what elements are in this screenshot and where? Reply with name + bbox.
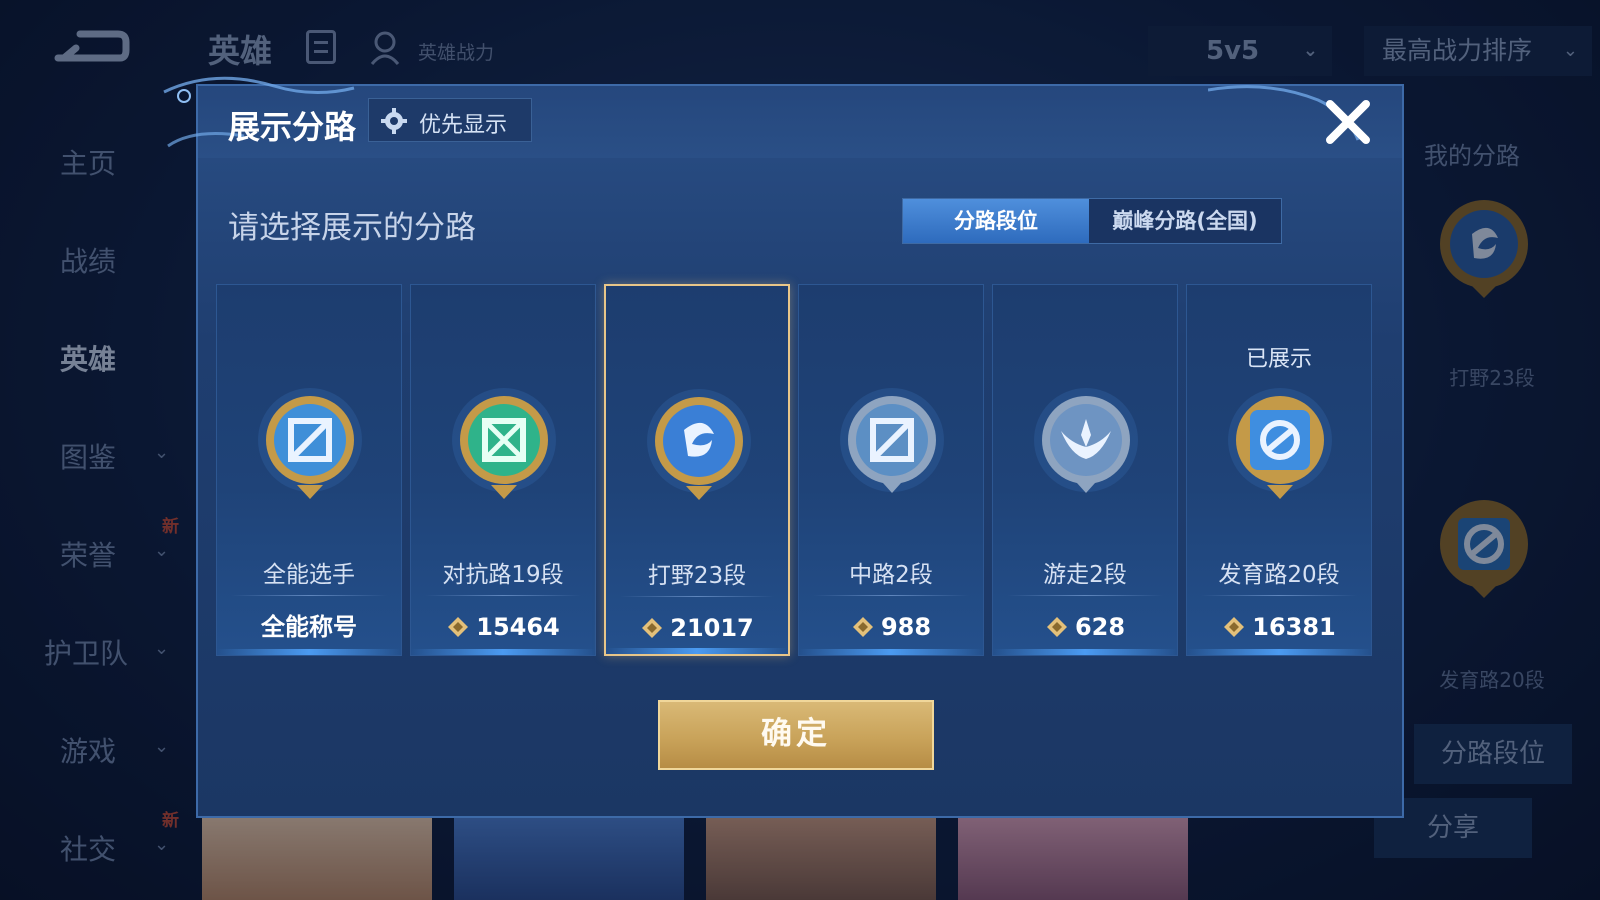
card-glow — [799, 649, 983, 655]
lane-card-name: 中路2段 — [849, 562, 933, 588]
lane-card-stat-value: 15464 — [476, 613, 560, 641]
app-screen: 英雄 英雄战力 5v5 ⌄ 最高战力排序 ⌄ 主页 战绩 英雄 图鉴 ⌄ 荣誉新 ⌄… — [0, 0, 1600, 900]
lane-card-farm[interactable]: 已展示 发育路20段 16381 — [1186, 284, 1372, 656]
close-button[interactable] — [1322, 96, 1374, 148]
lane-card-stat-value: 21017 — [670, 614, 754, 642]
tab-group: 分路段位 巅峰分路(全国) — [902, 198, 1282, 244]
modal-subtitle: 请选择展示的分路 — [228, 210, 476, 246]
lane-card-jungle[interactable]: 打野23段 21017 — [604, 284, 790, 656]
lane-card-stat: 16381 — [1187, 607, 1371, 647]
divider — [1201, 595, 1357, 596]
card-glow — [411, 649, 595, 655]
combat-power-icon — [642, 618, 663, 638]
lane-card-all-round[interactable]: 全能选手 全能称号 — [216, 284, 402, 656]
lane-card-mid[interactable]: 中路2段 988 — [798, 284, 984, 656]
divider — [813, 595, 969, 596]
mid-lane-badge-icon — [840, 388, 944, 493]
lane-card-list: 全能选手 全能称号 对抗路19段 15464 打野23段 21017 中路2段 … — [216, 284, 1386, 656]
lane-card-stat-value: 全能称号 — [261, 613, 357, 641]
lane-card-stat: 21017 — [606, 608, 788, 648]
farm-lane-badge-icon — [1228, 388, 1332, 499]
lane-card-name: 打野23段 — [647, 563, 747, 589]
lane-display-modal: 展示分路 优先显示 请选择展示的分路 分路段位 巅峰分路(全国) 全能选手 全能… — [163, 76, 1404, 818]
divider — [1007, 595, 1163, 596]
modal-title: 展示分路 — [228, 108, 357, 146]
all-round-badge-icon — [258, 388, 362, 499]
lane-card-clash[interactable]: 对抗路19段 15464 — [410, 284, 596, 656]
lane-card-name: 发育路20段 — [1218, 562, 1340, 588]
displayed-label: 已展示 — [1245, 347, 1312, 372]
card-glow — [606, 648, 788, 654]
lane-card-stat: 988 — [799, 607, 983, 647]
tab-peak-lane-national[interactable]: 巅峰分路(全国) — [1089, 199, 1281, 243]
lane-card-roam[interactable]: 游走2段 628 — [992, 284, 1178, 656]
priority-display-button[interactable]: 优先显示 — [368, 98, 532, 142]
tab-lane-rank[interactable]: 分路段位 — [903, 199, 1089, 243]
card-glow — [993, 649, 1177, 655]
divider — [231, 595, 387, 596]
roam-badge-icon — [1034, 388, 1138, 493]
lane-card-name: 对抗路19段 — [442, 562, 564, 588]
lane-card-stat-value: 628 — [1074, 613, 1126, 641]
combat-power-icon — [448, 617, 469, 637]
combat-power-icon — [852, 617, 873, 637]
combat-power-icon — [1224, 617, 1245, 637]
close-icon — [1326, 100, 1370, 144]
lane-card-stat: 15464 — [411, 607, 595, 647]
card-glow — [217, 649, 401, 655]
combat-power-icon — [1046, 617, 1067, 637]
jungle-badge-icon — [647, 389, 751, 500]
lane-card-stat-value: 988 — [880, 613, 932, 641]
lane-card-stat: 全能称号 — [217, 607, 401, 647]
clash-lane-badge-icon — [452, 388, 556, 499]
lane-card-name: 全能选手 — [263, 562, 355, 588]
card-glow — [1187, 649, 1371, 655]
confirm-button[interactable]: 确定 — [658, 700, 934, 770]
divider — [425, 595, 581, 596]
divider — [620, 596, 774, 597]
lane-card-name: 游走2段 — [1043, 562, 1127, 588]
lane-card-stat: 628 — [993, 607, 1177, 647]
gear-icon — [381, 108, 407, 134]
lane-card-stat-value: 16381 — [1252, 613, 1336, 641]
priority-display-label: 优先显示 — [419, 113, 508, 138]
